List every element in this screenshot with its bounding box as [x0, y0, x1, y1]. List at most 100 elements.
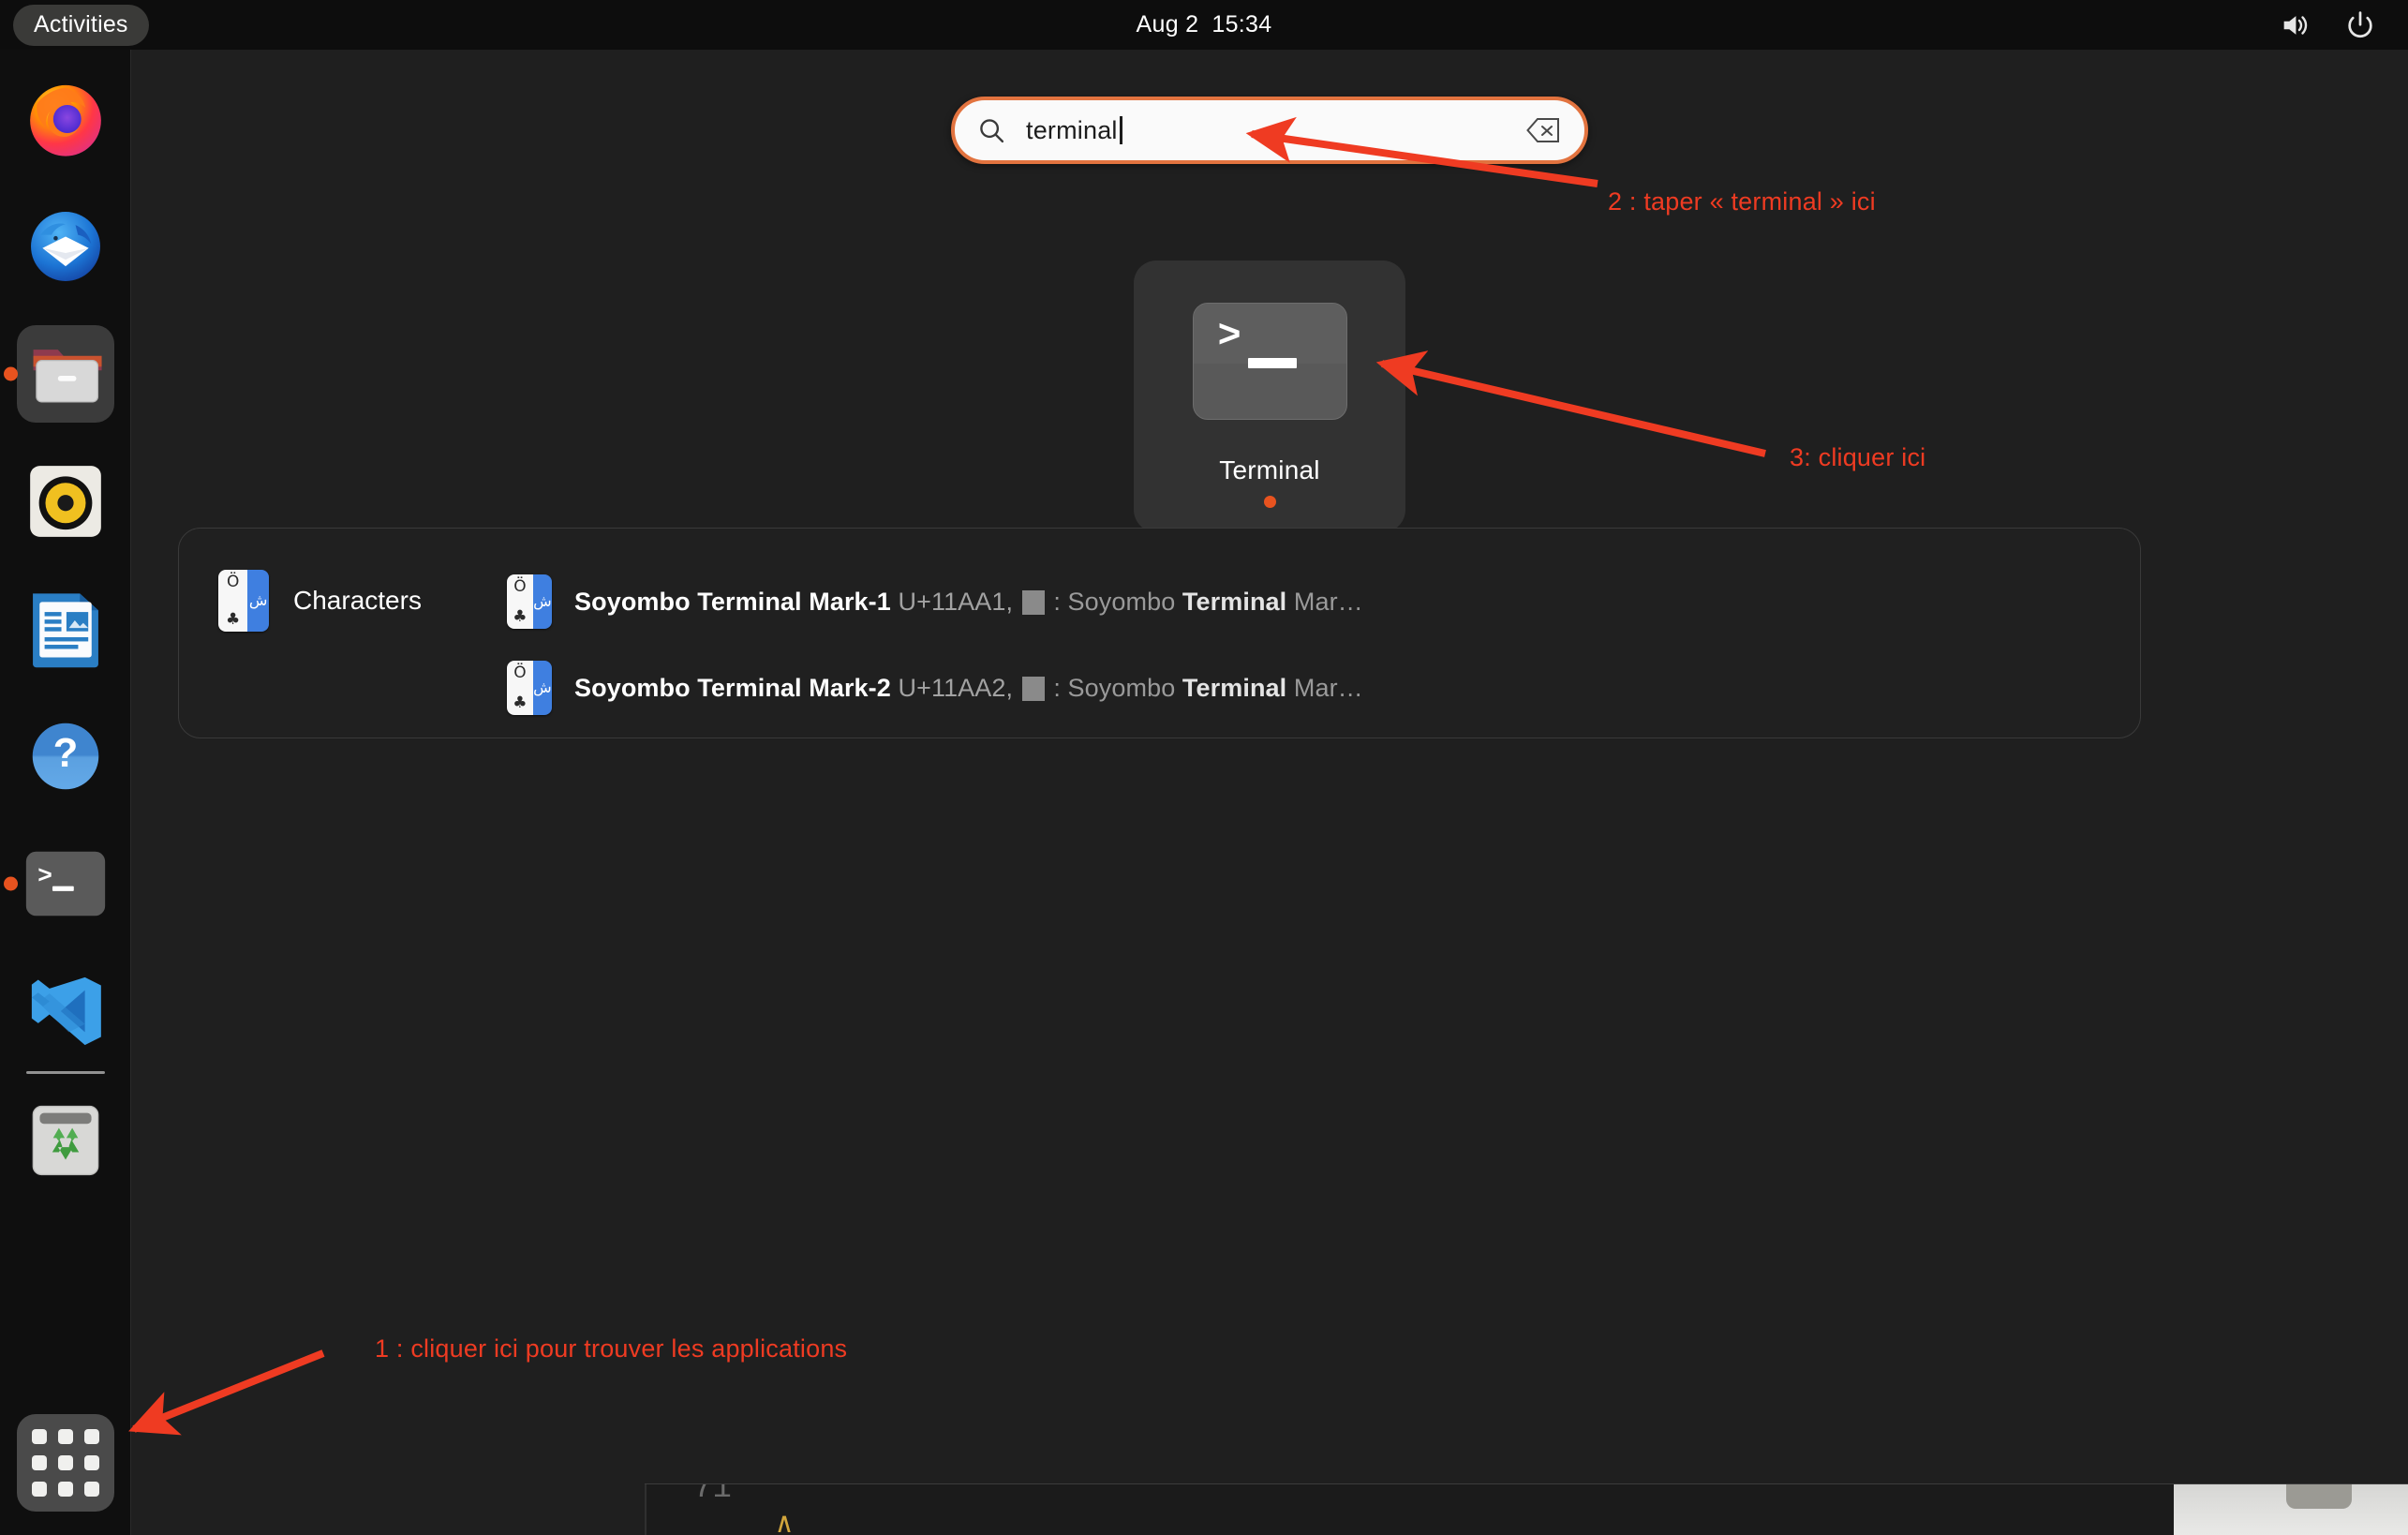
- result-name: Soyombo Terminal Mark-2: [574, 674, 891, 702]
- dock-item-rhythmbox[interactable]: [17, 453, 114, 550]
- clock-time: 15:34: [1211, 11, 1271, 37]
- editor-gutter: [645, 1484, 647, 1535]
- editor-code-fragment: ∧: [776, 1507, 793, 1535]
- desktop-screen: 71 ∧ terminal: [0, 0, 2408, 1535]
- svg-text:?: ?: [53, 730, 79, 776]
- result-name: Soyombo Terminal Mark-1: [574, 588, 891, 616]
- result-desc-prefix: : Soyombo: [1053, 588, 1182, 616]
- result-desc-prefix: : Soyombo: [1053, 674, 1182, 702]
- search-results-characters: Ö ♣ ش Characters Ö ♣: [178, 528, 2141, 738]
- characters-icon-left: Ö ♣: [218, 570, 247, 632]
- dock-item-firefox[interactable]: [17, 70, 114, 168]
- result-row-text: Soyombo Terminal Mark-1 U+11AA1, : Soyom…: [574, 588, 1363, 617]
- characters-glyph-o-umlaut: Ö: [513, 665, 526, 681]
- power-icon[interactable]: [2344, 9, 2376, 41]
- characters-icon-left: Ö ♣: [507, 661, 533, 715]
- apps-grid-icon: [32, 1429, 99, 1497]
- result-desc-match: Terminal: [1182, 588, 1286, 616]
- clock-date: Aug 2: [1137, 11, 1199, 37]
- result-desc-suffix: Mar…: [1286, 674, 1363, 702]
- grid-dot: [84, 1429, 99, 1444]
- terminal-icon: >: [1193, 303, 1347, 420]
- clock[interactable]: Aug 2 15:34: [1137, 11, 1272, 38]
- tofu-box-glyph: [1022, 677, 1045, 701]
- table-row[interactable]: Ö ♣ ش Soyombo Terminal Mark-2 U+11AA2, :…: [507, 645, 2140, 731]
- background-light-panel: [2174, 1484, 2408, 1535]
- terminal-icon-titlebar: [1194, 304, 1346, 364]
- grid-dot: [58, 1429, 73, 1444]
- characters-app-icon: Ö ♣ ش: [218, 570, 269, 632]
- files-folder-icon: [27, 337, 104, 410]
- dock-item-files[interactable]: [17, 325, 114, 423]
- characters-glyph-o-umlaut: Ö: [513, 579, 526, 595]
- libreoffice-writer-icon: [27, 589, 104, 669]
- show-applications-button[interactable]: [17, 1414, 114, 1512]
- annotation-label-step-3: 3: cliquer ici: [1790, 443, 1925, 472]
- characters-icon-right: ش: [533, 574, 552, 629]
- help-question-icon: ?: [26, 717, 105, 796]
- characters-icon-left: Ö ♣: [507, 574, 533, 629]
- tofu-box-glyph: [1022, 590, 1045, 615]
- dock-item-thunderbird[interactable]: [17, 198, 114, 295]
- terminal-cursor-glyph: [1248, 358, 1297, 368]
- annotation-label-step-2: 2 : taper « terminal » ici: [1608, 187, 1876, 216]
- volume-icon[interactable]: [2279, 9, 2311, 41]
- characters-icon-right: ش: [247, 570, 269, 632]
- app-running-indicator: [1264, 496, 1276, 508]
- clear-search-icon[interactable]: [1526, 117, 1560, 143]
- background-window-sliver[interactable]: 71 ∧: [645, 1483, 2408, 1535]
- characters-glyph-club: ♣: [513, 609, 527, 625]
- grid-dot: [32, 1482, 47, 1497]
- result-desc-match: Terminal: [1182, 674, 1286, 702]
- activities-button[interactable]: Activities: [13, 5, 149, 46]
- music-player-icon: [25, 461, 106, 542]
- activities-overview: terminal > Terminal: [131, 50, 2408, 1483]
- terminal-icon: >: [24, 850, 107, 917]
- search-icon: [977, 116, 1005, 144]
- search-input[interactable]: terminal: [951, 97, 1588, 164]
- dock-item-help[interactable]: ?: [17, 708, 114, 805]
- result-codepoint: U+11AA1,: [898, 588, 1013, 616]
- background-panel-knob: [2286, 1484, 2352, 1509]
- results-rows: Ö ♣ ش Soyombo Terminal Mark-1 U+11AA1, :…: [507, 529, 2140, 731]
- app-result-terminal[interactable]: > Terminal: [1134, 261, 1405, 532]
- firefox-icon: [24, 78, 107, 160]
- dock-item-trash[interactable]: [17, 1092, 114, 1189]
- characters-glyph-arabic: ش: [533, 594, 552, 609]
- search-value: terminal: [1026, 116, 1118, 145]
- dock-separator: [26, 1071, 105, 1074]
- result-row-text: Soyombo Terminal Mark-2 U+11AA2, : Soyom…: [574, 674, 1363, 703]
- result-desc-suffix: Mar…: [1286, 588, 1363, 616]
- table-row[interactable]: Ö ♣ ش Soyombo Terminal Mark-1 U+11AA1, :…: [507, 559, 2140, 645]
- app-result-label: Terminal: [1219, 455, 1319, 485]
- grid-dot: [32, 1429, 47, 1444]
- results-provider-label: Characters: [293, 586, 422, 616]
- characters-glyph-club: ♣: [513, 695, 527, 711]
- thunderbird-icon: [24, 205, 107, 288]
- dock: ? >: [0, 50, 131, 1535]
- characters-glyph-o-umlaut: Ö: [227, 574, 239, 590]
- characters-glyph-arabic: ش: [249, 593, 268, 608]
- top-bar: Activities Aug 2 15:34: [0, 0, 2408, 50]
- result-codepoint: U+11AA2,: [898, 674, 1013, 702]
- characters-app-icon: Ö ♣ ش: [507, 574, 552, 629]
- terminal-prompt-glyph: >: [1218, 317, 1241, 356]
- system-tray[interactable]: [2279, 9, 2376, 41]
- running-indicator-files: [4, 367, 18, 381]
- grid-dot: [84, 1482, 99, 1497]
- annotation-label-step-1: 1 : cliquer ici pour trouver les applica…: [375, 1334, 847, 1364]
- text-cursor: [1120, 116, 1122, 144]
- vscode-icon: [25, 971, 106, 1051]
- characters-app-icon: Ö ♣ ش: [507, 661, 552, 715]
- search-container: terminal: [951, 97, 1588, 164]
- grid-dot: [58, 1482, 73, 1497]
- characters-icon-right: ش: [533, 661, 552, 715]
- dock-item-vscode[interactable]: [17, 962, 114, 1060]
- running-indicator-terminal: [4, 877, 18, 891]
- grid-dot: [84, 1455, 99, 1470]
- grid-dot: [58, 1455, 73, 1470]
- results-provider[interactable]: Ö ♣ ش Characters: [179, 529, 507, 632]
- trash-icon: [28, 1101, 103, 1180]
- dock-item-libreoffice-writer[interactable]: [17, 580, 114, 678]
- dock-item-terminal[interactable]: >: [17, 835, 114, 932]
